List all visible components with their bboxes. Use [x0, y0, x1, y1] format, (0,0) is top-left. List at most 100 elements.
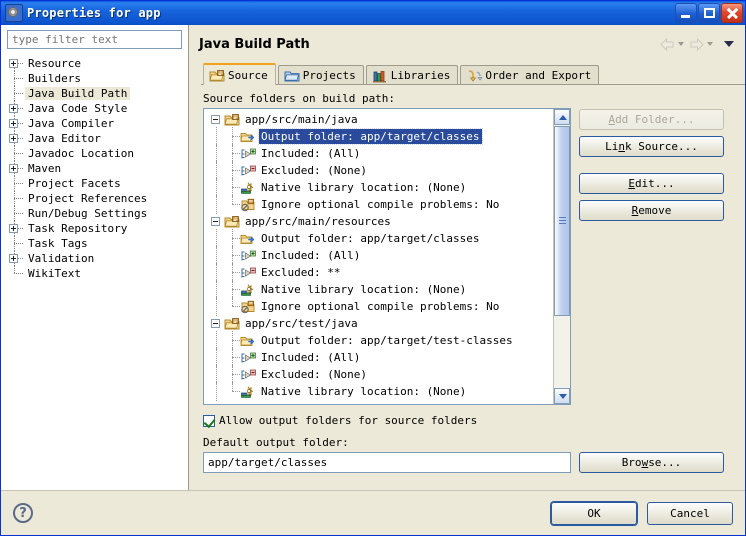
source-attribute-row[interactable]: Output folder: app/target/classes [208, 229, 553, 248]
tree-guide [208, 127, 224, 146]
sidebar-item-task-tags[interactable]: Task Tags [5, 236, 188, 251]
view-menu-caret-icon[interactable] [724, 41, 734, 47]
sidebar-item-label: Project References [28, 192, 148, 205]
tab-libraries[interactable]: Libraries [365, 65, 459, 84]
tab-projects[interactable]: Projects [277, 65, 364, 84]
source-attribute-row[interactable]: Ignore optional compile problems: No [208, 297, 553, 316]
tree-branch-icon [224, 127, 240, 146]
tree-branch-icon [224, 331, 240, 350]
remove-button[interactable]: Remove [579, 200, 724, 221]
build-path-tabs: Source Projects Libraries Order and Export [201, 62, 745, 85]
collapse-toggle-icon[interactable] [208, 111, 224, 128]
default-output-input[interactable] [203, 452, 571, 473]
tree-branch-icon [224, 161, 240, 180]
source-folders-tree[interactable]: app/src/main/java Output folder: app/targ… [203, 108, 571, 405]
forward-arrow-icon[interactable] [689, 37, 704, 51]
expand-toggle-icon[interactable] [5, 131, 25, 146]
source-attribute-row[interactable]: Included: (All) [208, 246, 553, 265]
sidebar-item-builders[interactable]: Builders [5, 71, 188, 86]
sidebar-item-java-editor[interactable]: Java Editor [5, 131, 188, 146]
source-attribute-row[interactable]: Included: (All) [208, 348, 553, 367]
sidebar-item-maven[interactable]: Maven [5, 161, 188, 176]
source-attribute-row[interactable]: Output folder: app/target/test-classes [208, 331, 553, 350]
tab-label: Libraries [390, 68, 451, 82]
sidebar-item-label: Resource [28, 57, 81, 70]
scroll-up-button[interactable] [554, 109, 570, 125]
filter-input[interactable] [7, 30, 182, 49]
scroll-down-button[interactable] [554, 388, 570, 404]
source-attribute-row[interactable]: Included: (All) [208, 144, 553, 163]
sidebar-item-label: Maven [28, 162, 62, 175]
source-attribute-row[interactable]: Excluded: (None) [208, 365, 553, 384]
source-attribute-label: Excluded: (None) [261, 368, 367, 381]
source-attribute-row[interactable]: Native library location: (None) [208, 382, 553, 401]
close-button[interactable] [721, 3, 743, 23]
sidebar-item-project-facets[interactable]: Project Facets [5, 176, 188, 191]
sidebar-item-project-references[interactable]: Project References [5, 191, 188, 206]
source-attribute-row[interactable]: Excluded: (None) [208, 161, 553, 180]
source-folder-row[interactable]: app/src/main/resources [208, 213, 553, 230]
source-attribute-row[interactable]: Excluded: ** [208, 263, 553, 282]
expand-toggle-icon[interactable] [5, 221, 25, 236]
expand-toggle-icon[interactable] [5, 101, 25, 116]
expand-toggle-icon[interactable] [5, 116, 25, 131]
tree-branch-icon [5, 86, 25, 101]
source-attribute-row[interactable]: Native library location: (None) [208, 178, 553, 197]
sidebar-item-label: Java Compiler [28, 117, 115, 130]
cancel-button[interactable]: Cancel [647, 501, 733, 525]
source-folder-row[interactable]: app/src/main/java [208, 111, 553, 128]
sidebar-item-wikitext[interactable]: WikiText [5, 266, 188, 281]
sidebar-item-task-repository[interactable]: Task Repository [5, 221, 188, 236]
ok-button[interactable]: OK [551, 501, 637, 525]
tree-guide [208, 263, 224, 282]
tree-vertical-scrollbar[interactable] [553, 109, 570, 404]
sidebar-item-java-code-style[interactable]: Java Code Style [5, 101, 188, 116]
sidebar-item-java-compiler[interactable]: Java Compiler [5, 116, 188, 131]
sidebar-item-resource[interactable]: Resource [5, 56, 188, 71]
maximize-button[interactable] [698, 3, 720, 23]
tab-order-and-export[interactable]: Order and Export [460, 65, 600, 84]
source-attribute-label: Native library location: (None) [261, 283, 467, 296]
source-folder-icon [224, 317, 240, 331]
back-dropdown-caret-icon[interactable] [678, 42, 684, 46]
expand-toggle-icon[interactable] [5, 251, 25, 266]
order-export-icon [466, 69, 484, 82]
source-attribute-row[interactable]: Output folder: app/target/classes [208, 127, 553, 146]
source-attribute-label: Output folder: app/target/test-classes [261, 334, 513, 347]
allow-output-folders-row[interactable]: Allow output folders for source folders [203, 414, 745, 428]
tree-guide [208, 297, 224, 316]
source-attribute-label: Ignore optional compile problems: No [261, 300, 500, 313]
collapse-toggle-icon[interactable] [208, 315, 224, 332]
ignore-problems-icon [240, 300, 256, 314]
allow-output-folders-checkbox[interactable] [203, 414, 216, 428]
sidebar-item-javadoc-location[interactable]: Javadoc Location [5, 146, 188, 161]
tab-source[interactable]: Source [203, 63, 276, 85]
source-attribute-row[interactable]: Ignore optional compile problems: No [208, 195, 553, 214]
forward-dropdown-caret-icon[interactable] [707, 42, 713, 46]
expand-toggle-icon[interactable] [5, 161, 25, 176]
title-bar: Properties for app [1, 1, 745, 25]
collapse-toggle-icon[interactable] [208, 213, 224, 230]
scrollbar-thumb[interactable] [554, 126, 570, 316]
expand-toggle-icon[interactable] [5, 56, 25, 71]
sidebar-item-run-debug-settings[interactable]: Run/Debug Settings [5, 206, 188, 221]
sidebar-item-validation[interactable]: Validation [5, 251, 188, 266]
tree-guide [208, 161, 224, 180]
back-arrow-icon[interactable] [660, 37, 675, 51]
source-attribute-row[interactable]: Native library location: (None) [208, 280, 553, 299]
sidebar-item-label: Task Tags [28, 237, 88, 250]
sidebar-item-java-build-path[interactable]: Java Build Path [5, 86, 188, 101]
help-icon[interactable]: ? [13, 503, 33, 523]
minimize-button[interactable] [675, 3, 697, 23]
sidebar-item-label: Java Code Style [28, 102, 128, 115]
tree-branch-icon [224, 365, 240, 384]
edit-button[interactable]: Edit... [579, 173, 724, 194]
source-folder-row[interactable]: app/src/test/java [208, 315, 553, 332]
output-folder-icon [240, 334, 256, 348]
link-source-button[interactable]: Li n k Source... [579, 136, 724, 157]
browse-button[interactable]: Bro w se... [579, 452, 724, 473]
native-library-icon [240, 385, 256, 399]
tree-branch-icon [224, 246, 240, 265]
tree-guide [208, 144, 224, 163]
tree-guide [208, 331, 224, 350]
